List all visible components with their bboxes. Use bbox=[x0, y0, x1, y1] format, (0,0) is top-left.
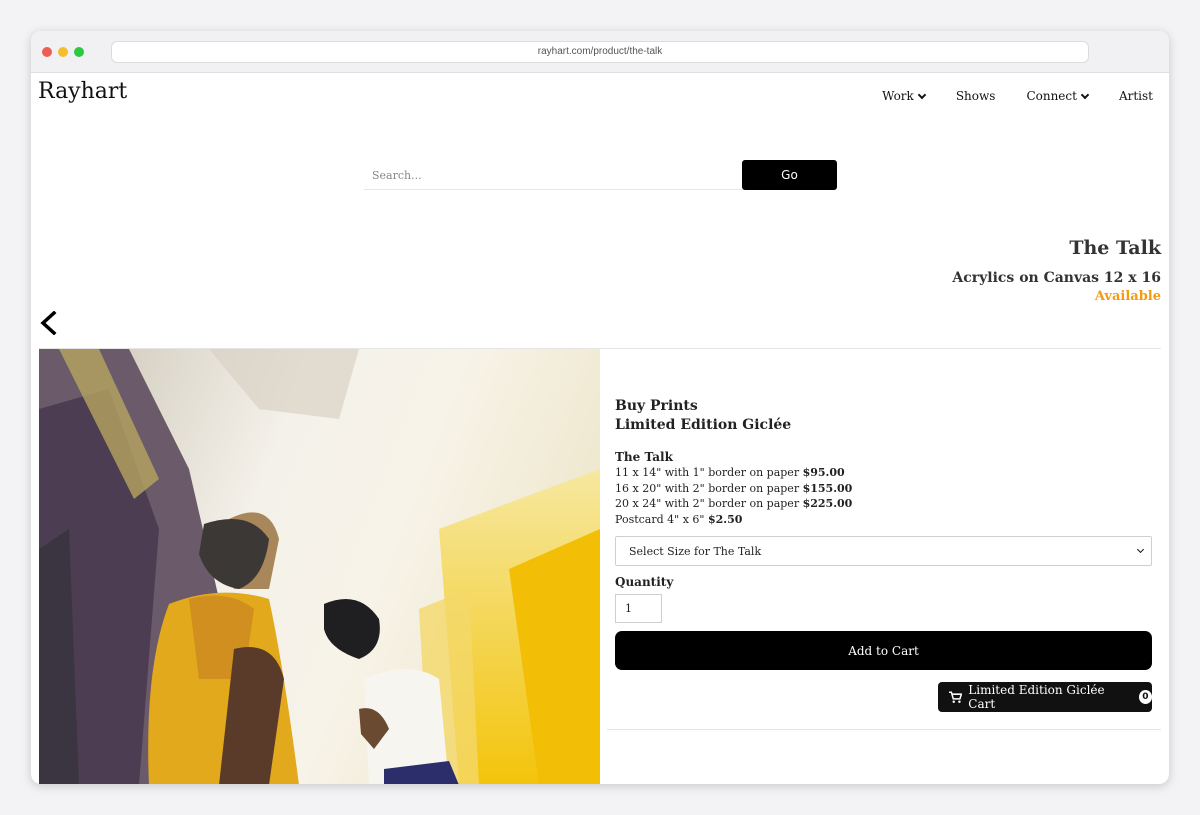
price-option: 20 x 24" with 2" border on paper $225.00 bbox=[615, 496, 1153, 512]
nav-item-shows[interactable]: Shows bbox=[956, 89, 996, 103]
option-desc: 20 x 24" with 2" border on paper bbox=[615, 497, 803, 510]
heading-line: Buy Prints bbox=[615, 398, 698, 414]
option-price: $95.00 bbox=[802, 466, 845, 479]
option-price: $155.00 bbox=[802, 481, 853, 495]
main-nav: Work Shows Connect Artist bbox=[882, 89, 1153, 103]
price-option: 16 x 20" with 2" border on paper $155.00 bbox=[615, 481, 1153, 497]
artwork-title: The Talk bbox=[1069, 237, 1161, 259]
maximize-window-button[interactable] bbox=[74, 47, 84, 57]
minimize-window-button[interactable] bbox=[58, 47, 68, 57]
option-desc: 11 x 14" with 1" border on paper bbox=[615, 466, 803, 479]
nav-item-connect[interactable]: Connect bbox=[1026, 89, 1090, 103]
view-cart-button[interactable]: Limited Edition Giclée Cart 0 bbox=[938, 682, 1152, 712]
purchase-panel: Buy Prints Limited Edition Giclée The Ta… bbox=[615, 349, 1153, 712]
size-select[interactable]: Select Size for The Talk bbox=[615, 536, 1152, 566]
nav-item-artist[interactable]: Artist bbox=[1119, 89, 1153, 103]
chevron-left-icon[interactable] bbox=[38, 311, 62, 335]
cart-count-badge: 0 bbox=[1138, 690, 1152, 704]
cart-icon bbox=[949, 691, 963, 703]
page-content: Rayhart Work Shows Connect Artist Go The… bbox=[31, 73, 1169, 784]
option-price: $2.50 bbox=[707, 512, 743, 526]
quantity-label: Quantity bbox=[615, 575, 674, 589]
option-price: $225.00 bbox=[802, 497, 853, 510]
nav-item-work[interactable]: Work bbox=[882, 89, 927, 103]
chevron-down-icon bbox=[917, 90, 927, 99]
browser-window: rayhart.com/product/the-talk Rayhart Wor… bbox=[31, 31, 1169, 784]
quantity-input[interactable] bbox=[615, 594, 662, 623]
add-to-cart-button[interactable]: Add to Cart bbox=[615, 631, 1152, 670]
option-desc: Postcard 4" x 6" bbox=[615, 512, 708, 526]
chevron-down-icon bbox=[1136, 545, 1145, 554]
site-logo[interactable]: Rayhart bbox=[38, 79, 127, 104]
nav-item-label: Connect bbox=[1026, 89, 1077, 103]
chevron-down-icon bbox=[1080, 90, 1090, 99]
nav-item-label: Artist bbox=[1118, 89, 1153, 103]
divider bbox=[607, 729, 1161, 730]
search-input[interactable] bbox=[364, 161, 742, 190]
option-desc: 16 x 20" with 2" border on paper bbox=[615, 481, 803, 495]
browser-chrome: rayhart.com/product/the-talk bbox=[31, 31, 1169, 73]
price-option: Postcard 4" x 6" $2.50 bbox=[615, 512, 1153, 528]
address-bar[interactable]: rayhart.com/product/the-talk bbox=[111, 41, 1089, 63]
search-go-button[interactable]: Go bbox=[742, 160, 837, 190]
availability-status: Available bbox=[1094, 289, 1161, 304]
nav-item-label: Shows bbox=[955, 89, 996, 103]
cart-label: Limited Edition Giclée Cart bbox=[968, 683, 1105, 711]
artwork-medium: Acrylics on Canvas 12 x 16 bbox=[952, 270, 1161, 286]
buy-prints-heading: Buy Prints Limited Edition Giclée bbox=[615, 397, 1153, 435]
close-window-button[interactable] bbox=[42, 47, 52, 57]
size-select-value: Select Size for The Talk bbox=[629, 544, 762, 558]
artwork-image[interactable] bbox=[39, 349, 600, 784]
price-option: 11 x 14" with 1" border on paper $95.00 bbox=[615, 465, 1153, 481]
heading-line: Limited Edition Giclée bbox=[615, 417, 792, 433]
nav-item-label: Work bbox=[882, 89, 914, 103]
print-product-name: The Talk bbox=[615, 450, 673, 464]
